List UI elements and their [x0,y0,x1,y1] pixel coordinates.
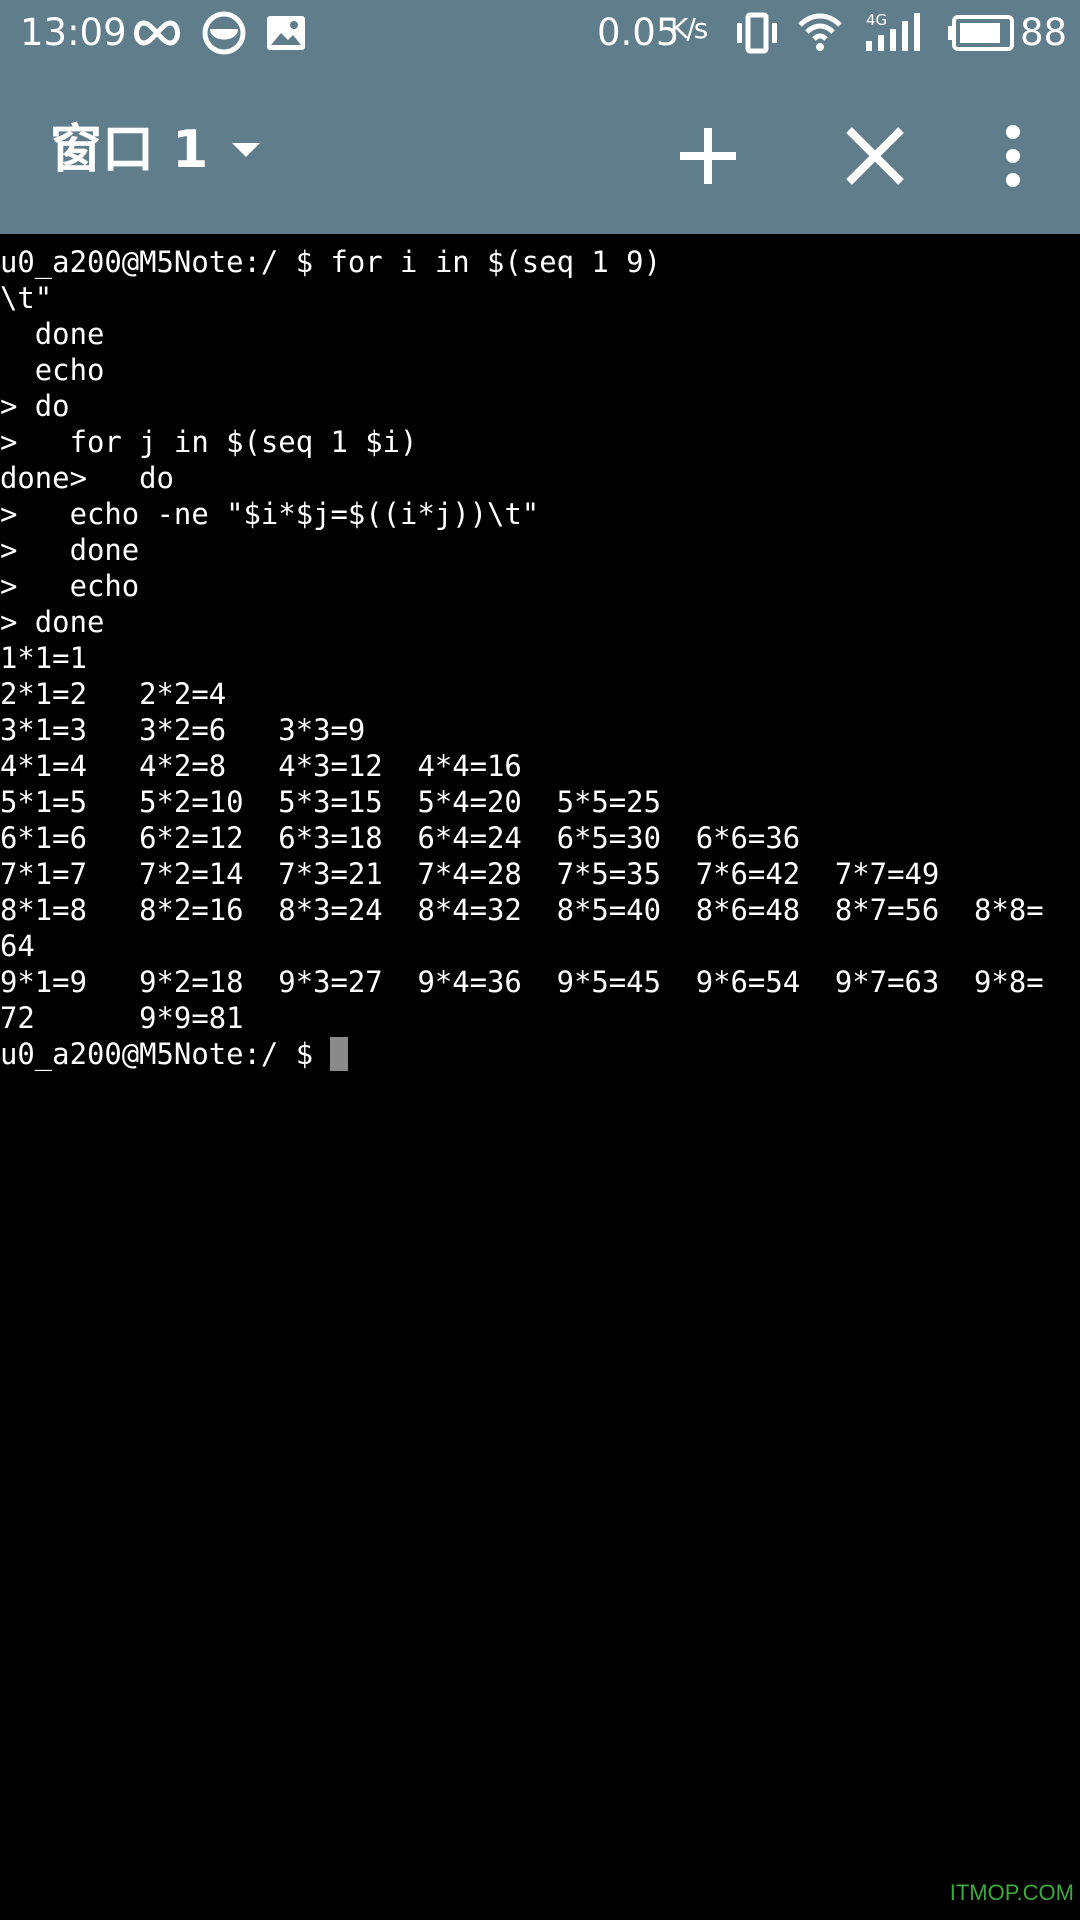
terminal-line: 64 [0,929,35,963]
terminal-cursor [330,1037,349,1071]
status-time: 13:09 [20,11,127,54]
status-bar: 13:09 0.05 K/s 4G 88 [0,0,1080,66]
window-title: 窗口 1 [50,120,209,180]
terminal-line: 1*1=1 [0,641,87,675]
wifi-icon [798,13,842,51]
battery-percent: 88 [1020,11,1068,54]
smiley-icon [202,11,246,55]
terminal-line: 8*1=8 8*2=16 8*3=24 8*4=32 8*5=40 8*6=48… [0,893,1044,927]
terminal-line: > do [0,389,70,423]
terminal-line: > done [0,533,140,567]
watermark: ITMOP.COM [949,1880,1074,1905]
terminal-view[interactable]: u0_a200@M5Note:/ $ for i in $(seq 1 9) \t… [0,234,1080,1920]
terminal-line: u0_a200@M5Note:/ $ for i in $(seq 1 9) [0,245,661,279]
terminal-line: > done [0,605,105,639]
terminal-line: done [0,317,105,351]
caret-down-icon [232,143,261,157]
terminal-line: 2*1=2 2*2=4 [0,677,227,711]
terminal-line: 3*1=3 3*2=6 3*3=9 [0,713,366,747]
terminal-output: u0_a200@M5Note:/ $ for i in $(seq 1 9) \t… [0,244,1044,1072]
battery-icon [948,15,1014,51]
plus-icon[interactable] [658,106,758,206]
terminal-line: 5*1=5 5*2=10 5*3=15 5*4=20 5*5=25 [0,785,661,819]
terminal-line: 9*1=9 9*2=18 9*3=27 9*4=36 9*5=45 9*6=54… [0,965,1044,999]
terminal-line: echo [0,353,105,387]
network-type-text: 4G [866,11,887,29]
more-vert-icon[interactable] [963,106,1063,206]
terminal-line: > for j in $(seq 1 $i) [0,425,418,459]
terminal-line: 6*1=6 6*2=12 6*3=18 6*4=24 6*5=30 6*6=36 [0,821,801,855]
terminal-prompt-line[interactable]: u0_a200@M5Note:/ $ [0,1036,1044,1072]
terminal-line: 4*1=4 4*2=8 4*3=12 4*4=16 [0,749,522,783]
vibrate-icon [737,12,777,54]
network-speed-unit: K/s [670,12,708,45]
gallery-icon [267,16,305,50]
terminal-prompt: u0_a200@M5Note:/ $ [0,1037,331,1071]
terminal-line: 72 9*9=81 [0,1001,244,1035]
network-speed: 0.05 [597,11,680,54]
window-selector[interactable]: 窗口 1 [50,116,262,184]
terminal-line: \t" [0,281,53,315]
terminal-line: > echo [0,569,140,603]
terminal-line: > echo -ne "$i*$j=$((i*j))\t" [0,497,540,531]
terminal-line: done> do [0,461,174,495]
terminal-line: 7*1=7 7*2=14 7*3=21 7*4=28 7*5=35 7*6=42… [0,857,940,891]
signal-4g-icon: 4G [866,11,920,51]
close-icon[interactable] [825,106,925,206]
infinity-icon [134,20,180,46]
toolbar: 窗口 1 [0,66,1080,234]
